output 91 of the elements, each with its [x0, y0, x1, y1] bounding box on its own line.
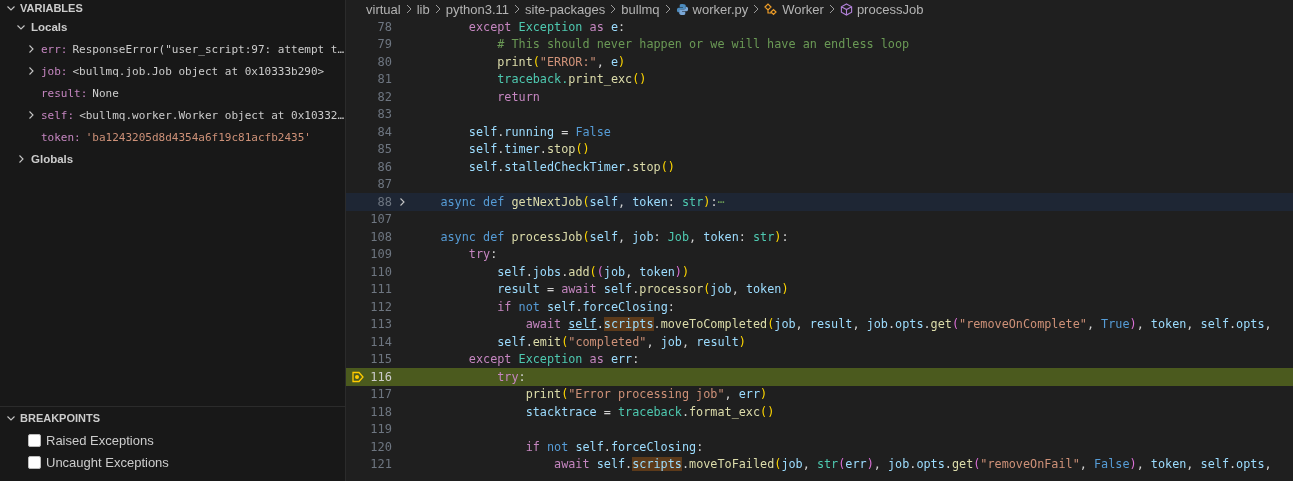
- code-line: try:: [496, 369, 526, 384]
- chevron-right-icon: [26, 110, 36, 120]
- chevron-icon: [752, 4, 761, 14]
- line-number: 115: [370, 352, 392, 367]
- code-line: return: [496, 89, 540, 104]
- line-number: 111: [370, 282, 392, 297]
- code-line: await self.scripts.moveToCompleted(job, result, job.opts.get("removeOnComplete", True), token, self.opts,: [524, 317, 1272, 332]
- line-number: 86: [377, 159, 392, 174]
- variable-value: ResponseError("user_script:97: attempt t…: [72, 42, 345, 56]
- line-number: 82: [377, 89, 392, 104]
- section-title[interactable]: VARIABLES: [20, 2, 83, 14]
- line-number: 120: [370, 439, 392, 454]
- line-number: 81: [377, 72, 392, 87]
- chevron-right-icon: [26, 66, 36, 76]
- line-number: 113: [370, 317, 392, 332]
- variable-name: err:: [41, 42, 68, 56]
- chevron-icon: [433, 4, 442, 14]
- line-number: 84: [377, 124, 392, 139]
- checkbox[interactable]: [28, 455, 41, 469]
- chevron-icon: [663, 4, 672, 14]
- breadcrumb-item[interactable]: processJob: [856, 1, 924, 17]
- line-number: 87: [377, 177, 392, 192]
- breadcrumb-item[interactable]: site-packages: [525, 1, 606, 17]
- breakpoint-label: Raised Exceptions: [46, 432, 154, 448]
- line-number: 85: [377, 142, 392, 157]
- code-line: self.emit("completed", job, result): [496, 334, 746, 349]
- code-line: async def getNextJob(self, token: str):⋯: [439, 194, 725, 209]
- code-line: async def processJob(self, job: Job, token: str):: [439, 229, 789, 244]
- variable-value: <bullmq.job.Job object at 0x10333b290>: [72, 64, 325, 78]
- line-number: 83: [377, 107, 392, 122]
- line-number: 108: [370, 229, 392, 244]
- current-frame-icon: [352, 370, 364, 383]
- code-line: # This should never happen or we will have an endless loop: [496, 37, 910, 52]
- variable-value: <bullmq.worker.Worker object at 0x10332…: [79, 108, 345, 122]
- class-icon: [764, 2, 779, 16]
- line-number: 109: [370, 247, 392, 262]
- variable-name: self:: [41, 108, 75, 122]
- variable-value: 'ba1243205d8d4354a6f19c81acfb2435': [85, 130, 311, 144]
- fold-chevron-icon: [397, 196, 407, 207]
- breadcrumb-item[interactable]: bullmq: [621, 1, 660, 17]
- method-icon: [839, 2, 853, 16]
- chevron-down-icon: [16, 22, 26, 32]
- line-number: 117: [370, 387, 392, 402]
- line-number: 119: [370, 422, 392, 437]
- line-number: 112: [370, 299, 392, 314]
- code-line: traceback.print_exc(): [496, 72, 647, 87]
- checkbox[interactable]: [28, 433, 41, 447]
- variable-name: token:: [41, 130, 81, 144]
- breadcrumb-item[interactable]: worker.py: [692, 1, 749, 17]
- code-line: stacktrace = traceback.format_exc(): [524, 404, 775, 419]
- scope-item[interactable]: Globals: [0, 148, 345, 170]
- breadcrumb-item[interactable]: lib: [416, 1, 430, 17]
- code-line: try:: [467, 247, 498, 262]
- line-number: 110: [370, 264, 392, 279]
- line-number: 114: [370, 334, 392, 349]
- section-title[interactable]: BREAKPOINTS: [20, 412, 101, 424]
- line-number: 107: [370, 212, 392, 227]
- line-number: 79: [377, 37, 392, 52]
- line-number: 78: [377, 19, 392, 34]
- line-number: 121: [370, 457, 392, 472]
- breadcrumb-item[interactable]: Worker: [782, 1, 824, 17]
- code-line: print("ERROR:", e): [496, 54, 626, 69]
- code-line: self.jobs.add((job, token)): [496, 264, 690, 279]
- line-number: 80: [377, 54, 392, 69]
- code-line: print("Error processing job", err): [524, 387, 768, 402]
- chevron-right-icon: [26, 44, 36, 54]
- code-line: except Exception as err:: [467, 352, 640, 367]
- breakpoint-label: Uncaught Exceptions: [46, 454, 169, 470]
- scope-item[interactable]: Locals: [0, 16, 345, 38]
- variable-value: None: [92, 86, 119, 100]
- variable-name: result:: [41, 86, 88, 100]
- code-line: result = await self.processor(job, token): [496, 282, 789, 297]
- line-number: 88: [377, 194, 392, 209]
- code-line: await self.scripts.moveToFailed(job, str(err), job.opts.get("removeOnFail", False), token, self.opts,: [553, 457, 1272, 472]
- code-line: if not self.forceClosing:: [496, 299, 675, 314]
- line-number: 116: [370, 369, 392, 384]
- chevron-icon: [404, 4, 413, 14]
- code-line: self.running = False: [467, 124, 611, 139]
- breadcrumb-item[interactable]: python3.11: [445, 1, 510, 17]
- code-line: except Exception as e:: [467, 19, 626, 34]
- python-file-icon: [675, 2, 689, 16]
- chevron-icon: [609, 4, 618, 14]
- chevron-icon: [827, 4, 836, 14]
- code-line: self.timer.stop(): [467, 142, 590, 157]
- variable-name: job:: [41, 64, 68, 78]
- chevron-icon: [513, 4, 522, 14]
- line-number: 118: [370, 404, 392, 419]
- code-line: if not self.forceClosing:: [524, 439, 704, 454]
- breadcrumb-item[interactable]: virtual: [366, 1, 401, 17]
- code-line: self.stalledCheckTimer.stop(): [467, 159, 675, 174]
- chevron-right-icon: [16, 154, 26, 164]
